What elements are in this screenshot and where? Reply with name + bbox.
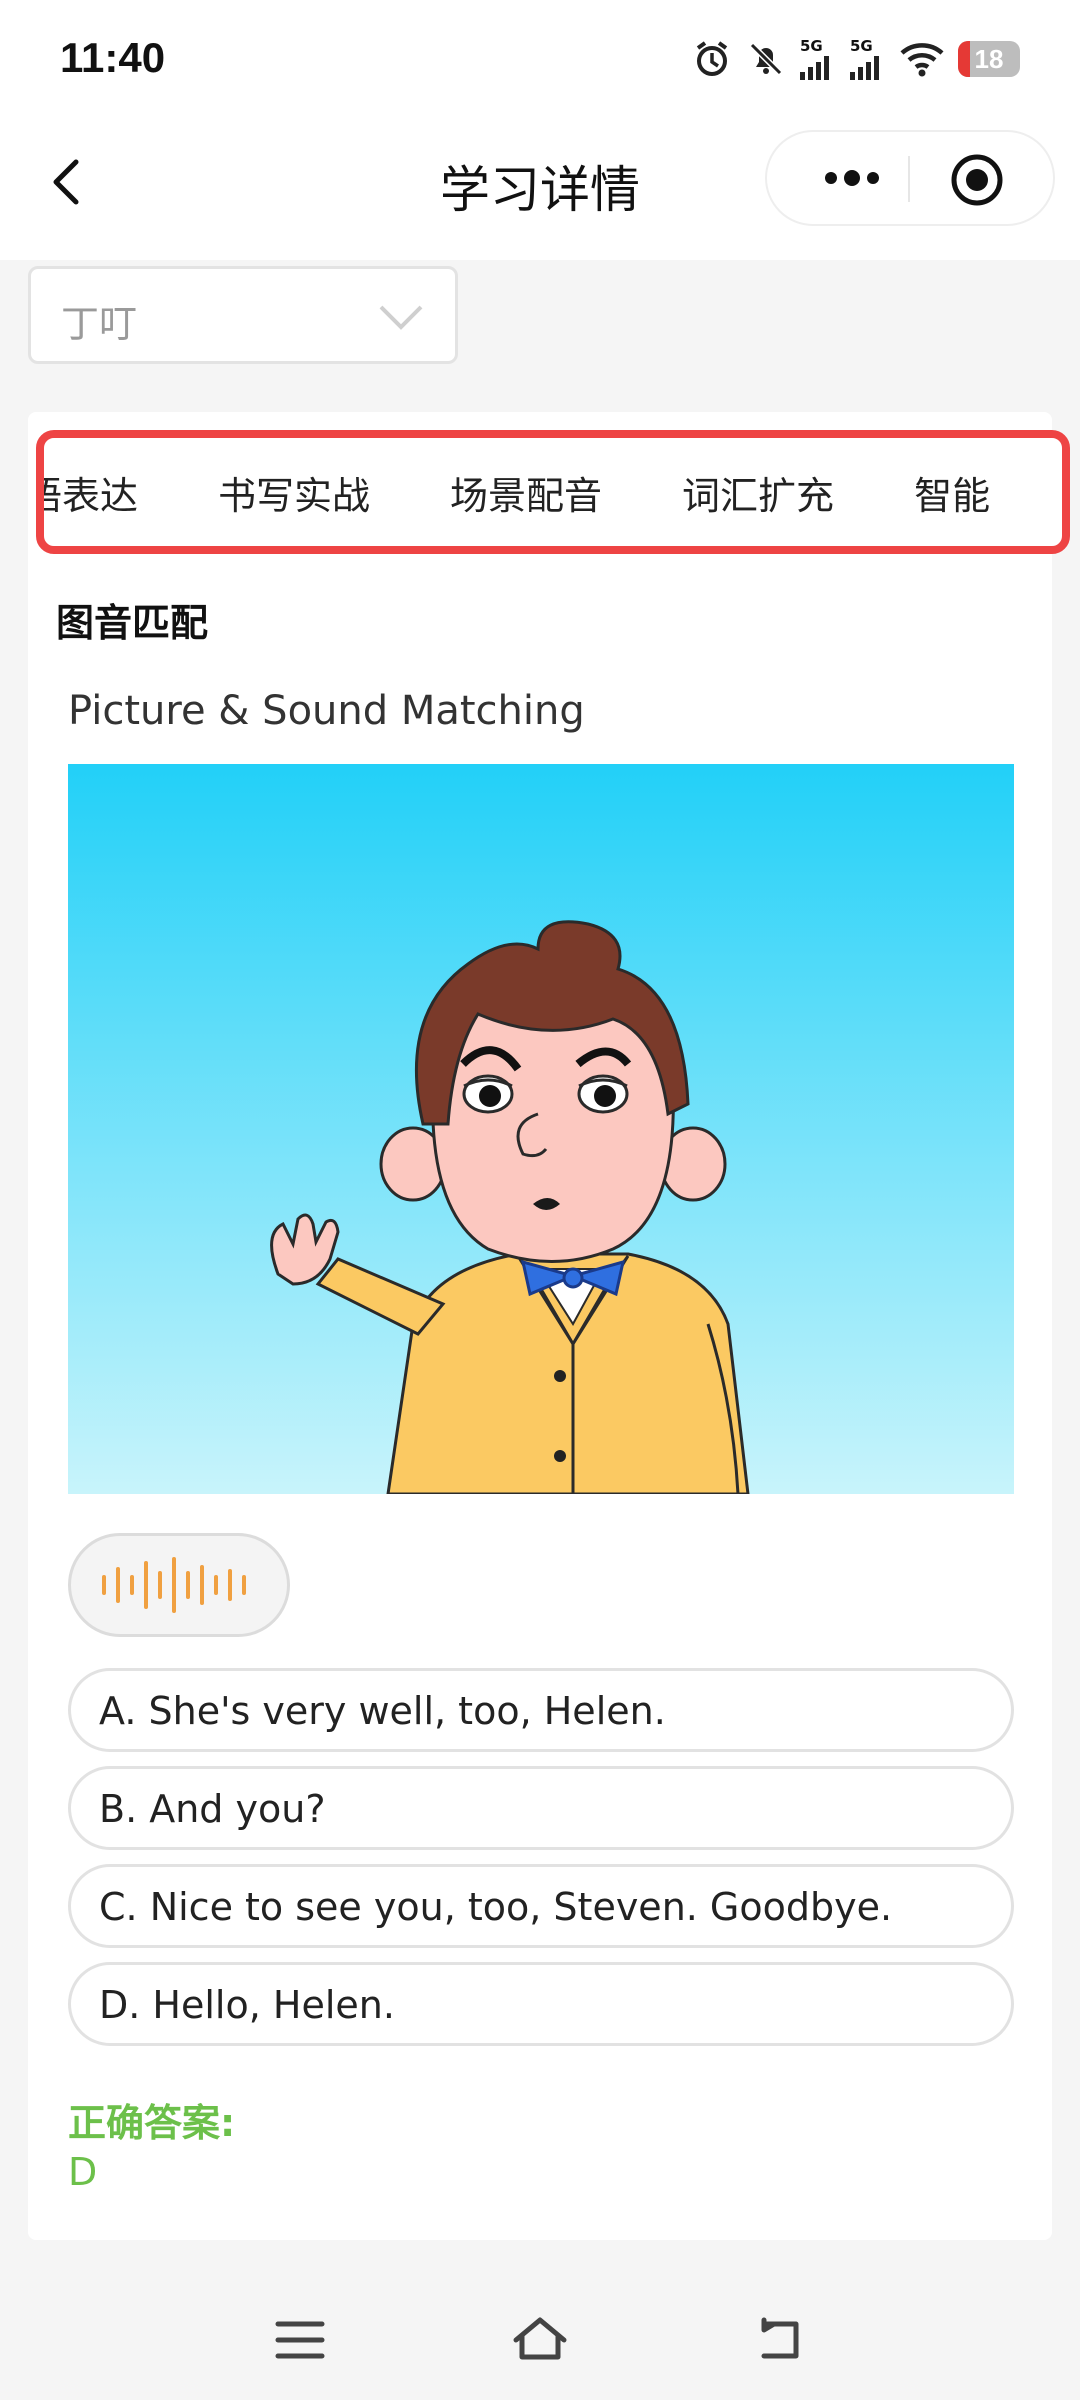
signal-icon	[850, 55, 879, 80]
system-nav-bar	[0, 2280, 1080, 2400]
back-icon[interactable]	[750, 2310, 810, 2370]
cartoon-illustration	[68, 764, 1014, 1494]
network-label: 5G	[850, 36, 873, 55]
option-a[interactable]: A. She's very well, too, Helen.	[68, 1668, 1014, 1752]
status-bar: 11:40 5G 5G 18	[0, 0, 1080, 120]
audio-play-button[interactable]	[68, 1533, 290, 1637]
option-c[interactable]: C. Nice to see you, too, Steven. Goodbye…	[68, 1864, 1014, 1948]
more-icon[interactable]	[797, 132, 907, 224]
option-d-text: D. Hello, Helen.	[99, 1983, 395, 2027]
page: 11:40 5G 5G 18 学习详情 丁叮 表达 书写实战 场景配音 词汇扩充…	[0, 0, 1080, 2400]
mini-program-capsule	[765, 130, 1055, 226]
tab-expression[interactable]: 语表达	[44, 465, 178, 520]
section-title: 图音匹配	[56, 601, 209, 645]
clock: 11:40	[60, 34, 166, 81]
sound-wave-icon	[102, 1557, 246, 1613]
signal-5g-2: 5G	[850, 36, 886, 80]
chevron-down-icon	[379, 305, 423, 330]
nav-bar: 学习详情	[0, 120, 1080, 260]
option-b-text: B. And you?	[99, 1787, 326, 1831]
tab-dubbing[interactable]: 场景配音	[410, 465, 642, 520]
battery-icon: 18	[958, 41, 1020, 77]
status-icons: 5G 5G 18	[692, 34, 1020, 84]
tab-vocabulary[interactable]: 词汇扩充	[642, 465, 874, 520]
tab-smart[interactable]: 智能	[874, 465, 1030, 520]
correct-answer-value: D	[68, 2150, 98, 2194]
option-b[interactable]: B. And you?	[68, 1766, 1014, 1850]
student-select-value: 丁叮	[61, 302, 138, 346]
student-select[interactable]: 丁叮	[28, 266, 458, 364]
correct-answer-label: 正确答案:	[68, 2101, 236, 2145]
option-d[interactable]: D. Hello, Helen.	[68, 1962, 1014, 2046]
option-c-text: C. Nice to see you, too, Steven. Goodbye…	[99, 1885, 893, 1929]
battery-level: 18	[974, 43, 1004, 74]
home-icon[interactable]	[510, 2310, 570, 2370]
option-a-text: A. She's very well, too, Helen.	[99, 1689, 666, 1733]
tab-writing[interactable]: 书写实战	[178, 465, 410, 520]
section-subtitle: Picture & Sound Matching	[68, 688, 585, 734]
alarm-icon	[696, 41, 728, 76]
wifi-icon	[900, 43, 944, 77]
menu-icon[interactable]	[270, 2310, 330, 2370]
signal-5g-1: 5G	[800, 36, 836, 80]
network-label: 5G	[800, 36, 823, 55]
bell-muted-icon	[749, 42, 783, 76]
category-tabs: 语表达 书写实战 场景配音 词汇扩充 智能	[36, 430, 1070, 554]
close-target-icon[interactable]	[947, 150, 1007, 210]
capsule-divider	[908, 156, 910, 202]
signal-icon	[800, 55, 829, 80]
